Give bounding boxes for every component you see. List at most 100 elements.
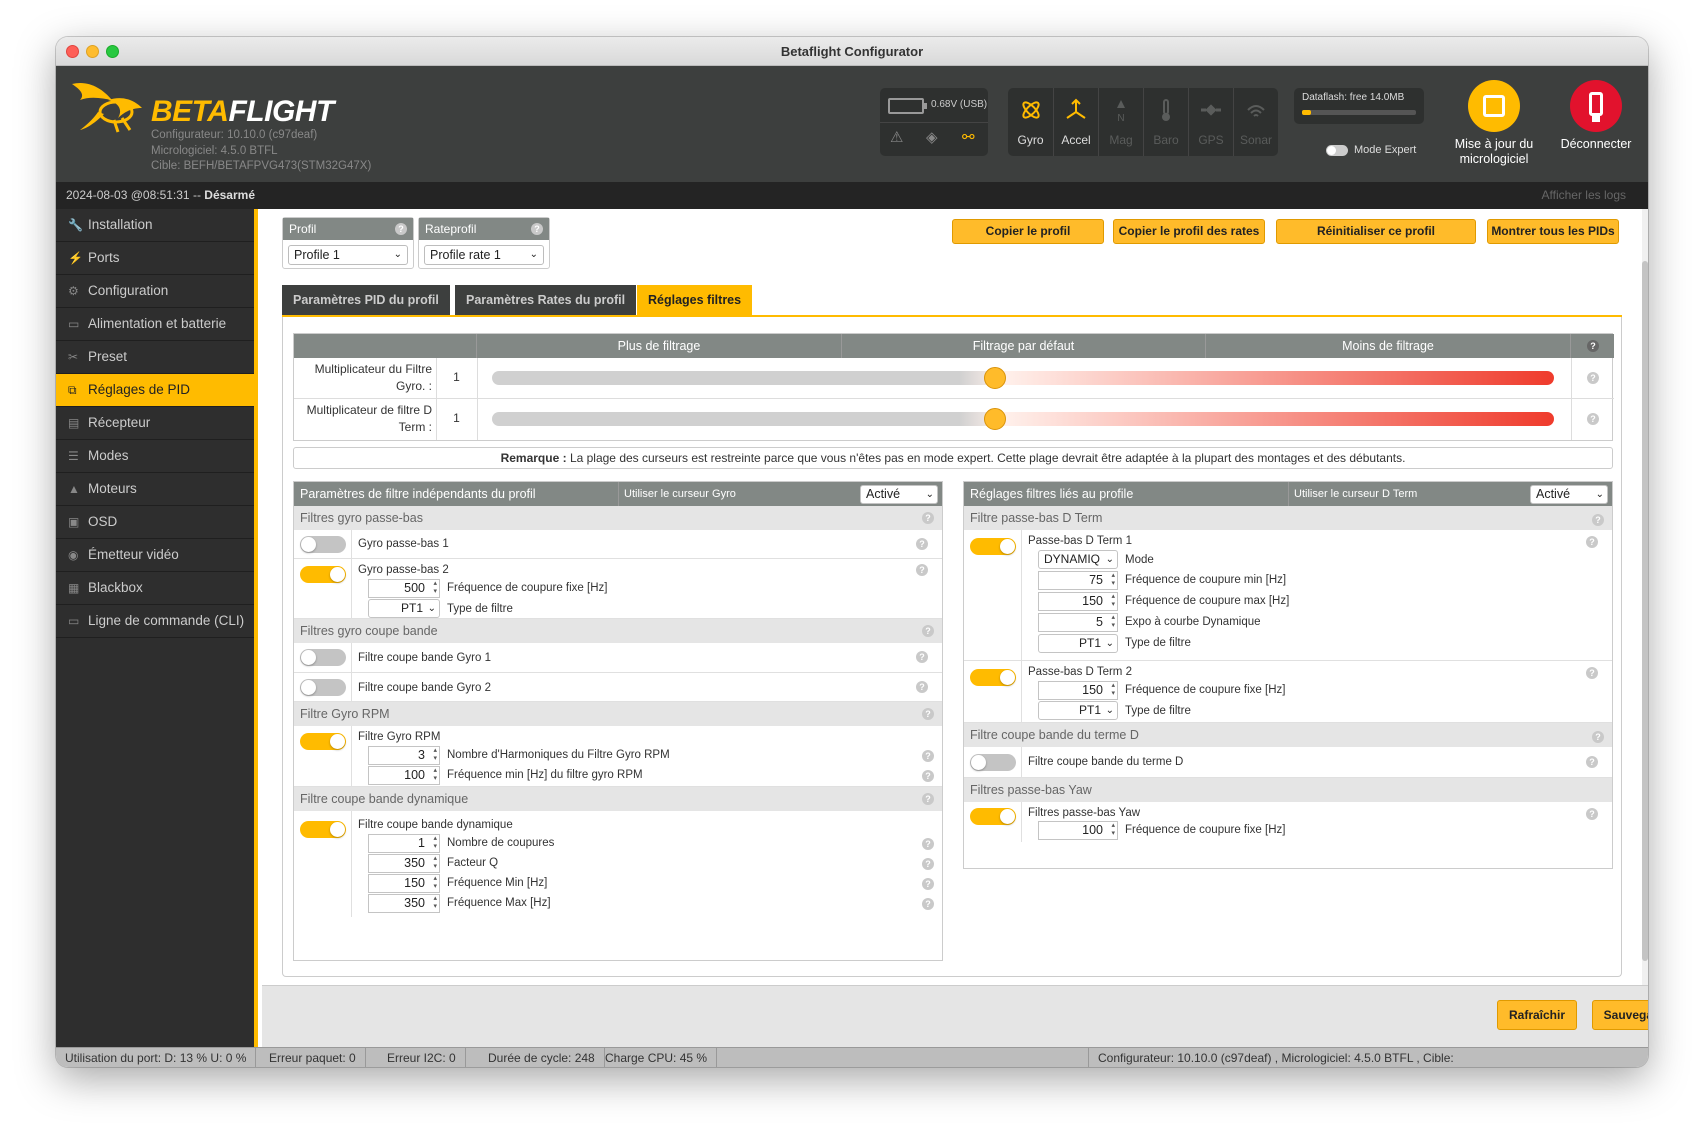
- rateprofile-select[interactable]: Profile rate 1 ⌄: [424, 245, 544, 265]
- sidebar-item-blackbox[interactable]: ▦ Blackbox: [56, 572, 254, 605]
- dterm-lowpass-2-cutoff-input[interactable]: 150: [1038, 681, 1118, 700]
- gyro-slider-thumb[interactable]: [984, 367, 1007, 389]
- tab-filter-settings[interactable]: Réglages filtres: [637, 285, 753, 315]
- minimize-window-button[interactable]: [86, 45, 99, 58]
- dterm-lowpass-1-type-select[interactable]: PT1 ⌄: [1038, 634, 1118, 653]
- yaw-lowpass-cutoff-input[interactable]: 100: [1038, 821, 1118, 840]
- help-icon[interactable]: ?: [922, 878, 934, 890]
- help-icon[interactable]: ?: [922, 708, 934, 720]
- dyn-count-input[interactable]: 1: [368, 834, 440, 853]
- tab-rates-settings[interactable]: Paramètres Rates du profil: [455, 285, 637, 315]
- help-icon[interactable]: ?: [916, 681, 928, 693]
- sidebar-item-power[interactable]: ▭ Alimentation et batterie: [56, 308, 254, 341]
- gyro-lowpass-2-type-select[interactable]: PT1 ⌄: [368, 599, 440, 618]
- save-button[interactable]: Sauvegarder: [1592, 1000, 1648, 1030]
- help-icon[interactable]: ?: [916, 564, 928, 576]
- use-gyro-slider-select[interactable]: Activé ⌄: [860, 485, 938, 504]
- help-icon[interactable]: ?: [1587, 372, 1599, 384]
- content-scrollbar[interactable]: [1642, 209, 1648, 985]
- copy-profile-button[interactable]: Copier le profil: [952, 219, 1104, 244]
- gyro-lowpass-2-type-value: PT1: [400, 601, 423, 615]
- help-icon[interactable]: ?: [1592, 514, 1604, 526]
- help-icon[interactable]: ?: [1587, 340, 1599, 352]
- show-all-pids-button[interactable]: Montrer tous les PIDs: [1487, 219, 1619, 244]
- tab-pid-settings[interactable]: Paramètres PID du profil: [282, 285, 450, 315]
- help-icon[interactable]: ?: [916, 538, 928, 550]
- rpm-minfreq-input[interactable]: 100: [368, 766, 440, 785]
- help-icon[interactable]: ?: [922, 625, 934, 637]
- configurator-version: Configurateur: 10.10.0 (c97deaf): [151, 129, 318, 141]
- profile-select[interactable]: Profile 1 ⌄: [288, 245, 408, 265]
- help-icon[interactable]: ?: [922, 750, 934, 762]
- dterm-lowpass-1-max-input[interactable]: 150: [1038, 592, 1118, 611]
- help-icon[interactable]: ?: [922, 858, 934, 870]
- sidebar-item-configuration[interactable]: ⚙ Configuration: [56, 275, 254, 308]
- copy-rate-profile-button[interactable]: Copier le profil des rates: [1113, 219, 1265, 244]
- help-icon[interactable]: ?: [922, 770, 934, 782]
- help-icon[interactable]: ?: [1586, 667, 1598, 679]
- update-firmware-button[interactable]: Mise à jour du micrologiciel: [1444, 80, 1544, 176]
- dterm-lowpass-2-toggle[interactable]: [970, 669, 1016, 686]
- content-scrollbar-thumb[interactable]: [1642, 261, 1648, 961]
- help-icon[interactable]: ?: [1586, 536, 1598, 548]
- yaw-lowpass-toggle[interactable]: [970, 808, 1016, 825]
- dterm-lowpass-1-toggle[interactable]: [970, 538, 1016, 555]
- maximize-window-button[interactable]: [106, 45, 119, 58]
- datetime: 2024-08-03 @08:51:31: [66, 188, 190, 202]
- sidebar-item-preset[interactable]: ✂ Preset: [56, 341, 254, 374]
- sidebar-item-label: Ligne de commande (CLI): [88, 613, 245, 628]
- help-icon[interactable]: ?: [922, 898, 934, 910]
- gyro-slider-track[interactable]: [492, 371, 1554, 385]
- help-icon[interactable]: ?: [1592, 731, 1604, 743]
- disconnect-button[interactable]: Déconnecter: [1556, 80, 1636, 151]
- dterm-slider-track[interactable]: [492, 412, 1554, 426]
- dynamic-notch-toggle[interactable]: [300, 821, 346, 838]
- use-dterm-slider-select[interactable]: Activé ⌄: [1530, 485, 1608, 504]
- sidebar-item-cli[interactable]: ▭ Ligne de commande (CLI): [56, 605, 254, 638]
- dyn-min-input[interactable]: 150: [368, 874, 440, 893]
- refresh-button[interactable]: Rafraîchir: [1497, 1000, 1577, 1030]
- dterm-lowpass-1-min-input[interactable]: 75: [1038, 571, 1118, 590]
- sidebar-item-receiver[interactable]: ▤ Récepteur: [56, 407, 254, 440]
- app-window: Betaflight Configurator BETAFLIGHT Confi…: [56, 37, 1648, 1067]
- gyro-lowpass-1-toggle[interactable]: [300, 536, 346, 553]
- sidebar-item-ports[interactable]: ⚡ Ports: [56, 242, 254, 275]
- close-window-button[interactable]: [66, 45, 79, 58]
- dyn-q-input[interactable]: 350: [368, 854, 440, 873]
- dterm-lowpass-1-mode-select[interactable]: DYNAMIQ ⌄: [1038, 550, 1118, 569]
- help-icon[interactable]: ?: [1586, 808, 1598, 820]
- more-filtering-header: Plus de filtrage: [477, 334, 842, 358]
- sidebar-item-pid-tuning[interactable]: ⧉ Réglages de PID: [56, 374, 254, 407]
- sidebar-item-installation[interactable]: 🔧 Installation: [56, 209, 254, 242]
- gyro-lowpass-2-cutoff-input[interactable]: 500: [368, 579, 440, 598]
- help-icon[interactable]: ?: [916, 651, 928, 663]
- dterm-slider-thumb[interactable]: [984, 408, 1007, 430]
- dterm-lowpass-1-expo-input[interactable]: 5: [1038, 613, 1118, 632]
- gyro-notch-2-toggle[interactable]: [300, 679, 346, 696]
- gyro-rpm-toggle[interactable]: [300, 733, 346, 750]
- sensor-label: GPS: [1198, 133, 1224, 147]
- dyn-max-input[interactable]: 350: [368, 894, 440, 913]
- help-icon[interactable]: ?: [395, 223, 407, 235]
- help-icon[interactable]: ?: [922, 512, 934, 524]
- help-icon[interactable]: ?: [1586, 756, 1598, 768]
- help-icon[interactable]: ?: [922, 793, 934, 805]
- dterm-notch-toggle[interactable]: [970, 754, 1016, 771]
- dterm-lowpass-2-type-select[interactable]: PT1 ⌄: [1038, 701, 1118, 720]
- show-logs-link[interactable]: Afficher les logs: [1542, 182, 1627, 209]
- sidebar-item-osd[interactable]: ▣ OSD: [56, 506, 254, 539]
- reset-profile-button[interactable]: Réinitialiser ce profil: [1276, 219, 1476, 244]
- sidebar-item-motors[interactable]: ▲ Moteurs: [56, 473, 254, 506]
- gyro-notch-1-toggle[interactable]: [300, 649, 346, 666]
- gyro-lowpass-2-toggle[interactable]: [300, 566, 346, 583]
- dterm-lowpass-1-mode-label: Mode: [1125, 554, 1154, 566]
- help-icon[interactable]: ?: [531, 223, 543, 235]
- help-icon[interactable]: ?: [922, 838, 934, 850]
- rpm-harmonics-input[interactable]: 3: [368, 746, 440, 765]
- section-title: Filtre passe-bas D Term: [970, 511, 1103, 525]
- sidebar-item-vtx[interactable]: ◉ Émetteur vidéo: [56, 539, 254, 572]
- sidebar-item-modes[interactable]: ☰ Modes: [56, 440, 254, 473]
- help-icon[interactable]: ?: [1587, 413, 1599, 425]
- pid-icon: ⧉: [68, 383, 77, 397]
- expert-mode-toggle[interactable]: [1326, 145, 1348, 156]
